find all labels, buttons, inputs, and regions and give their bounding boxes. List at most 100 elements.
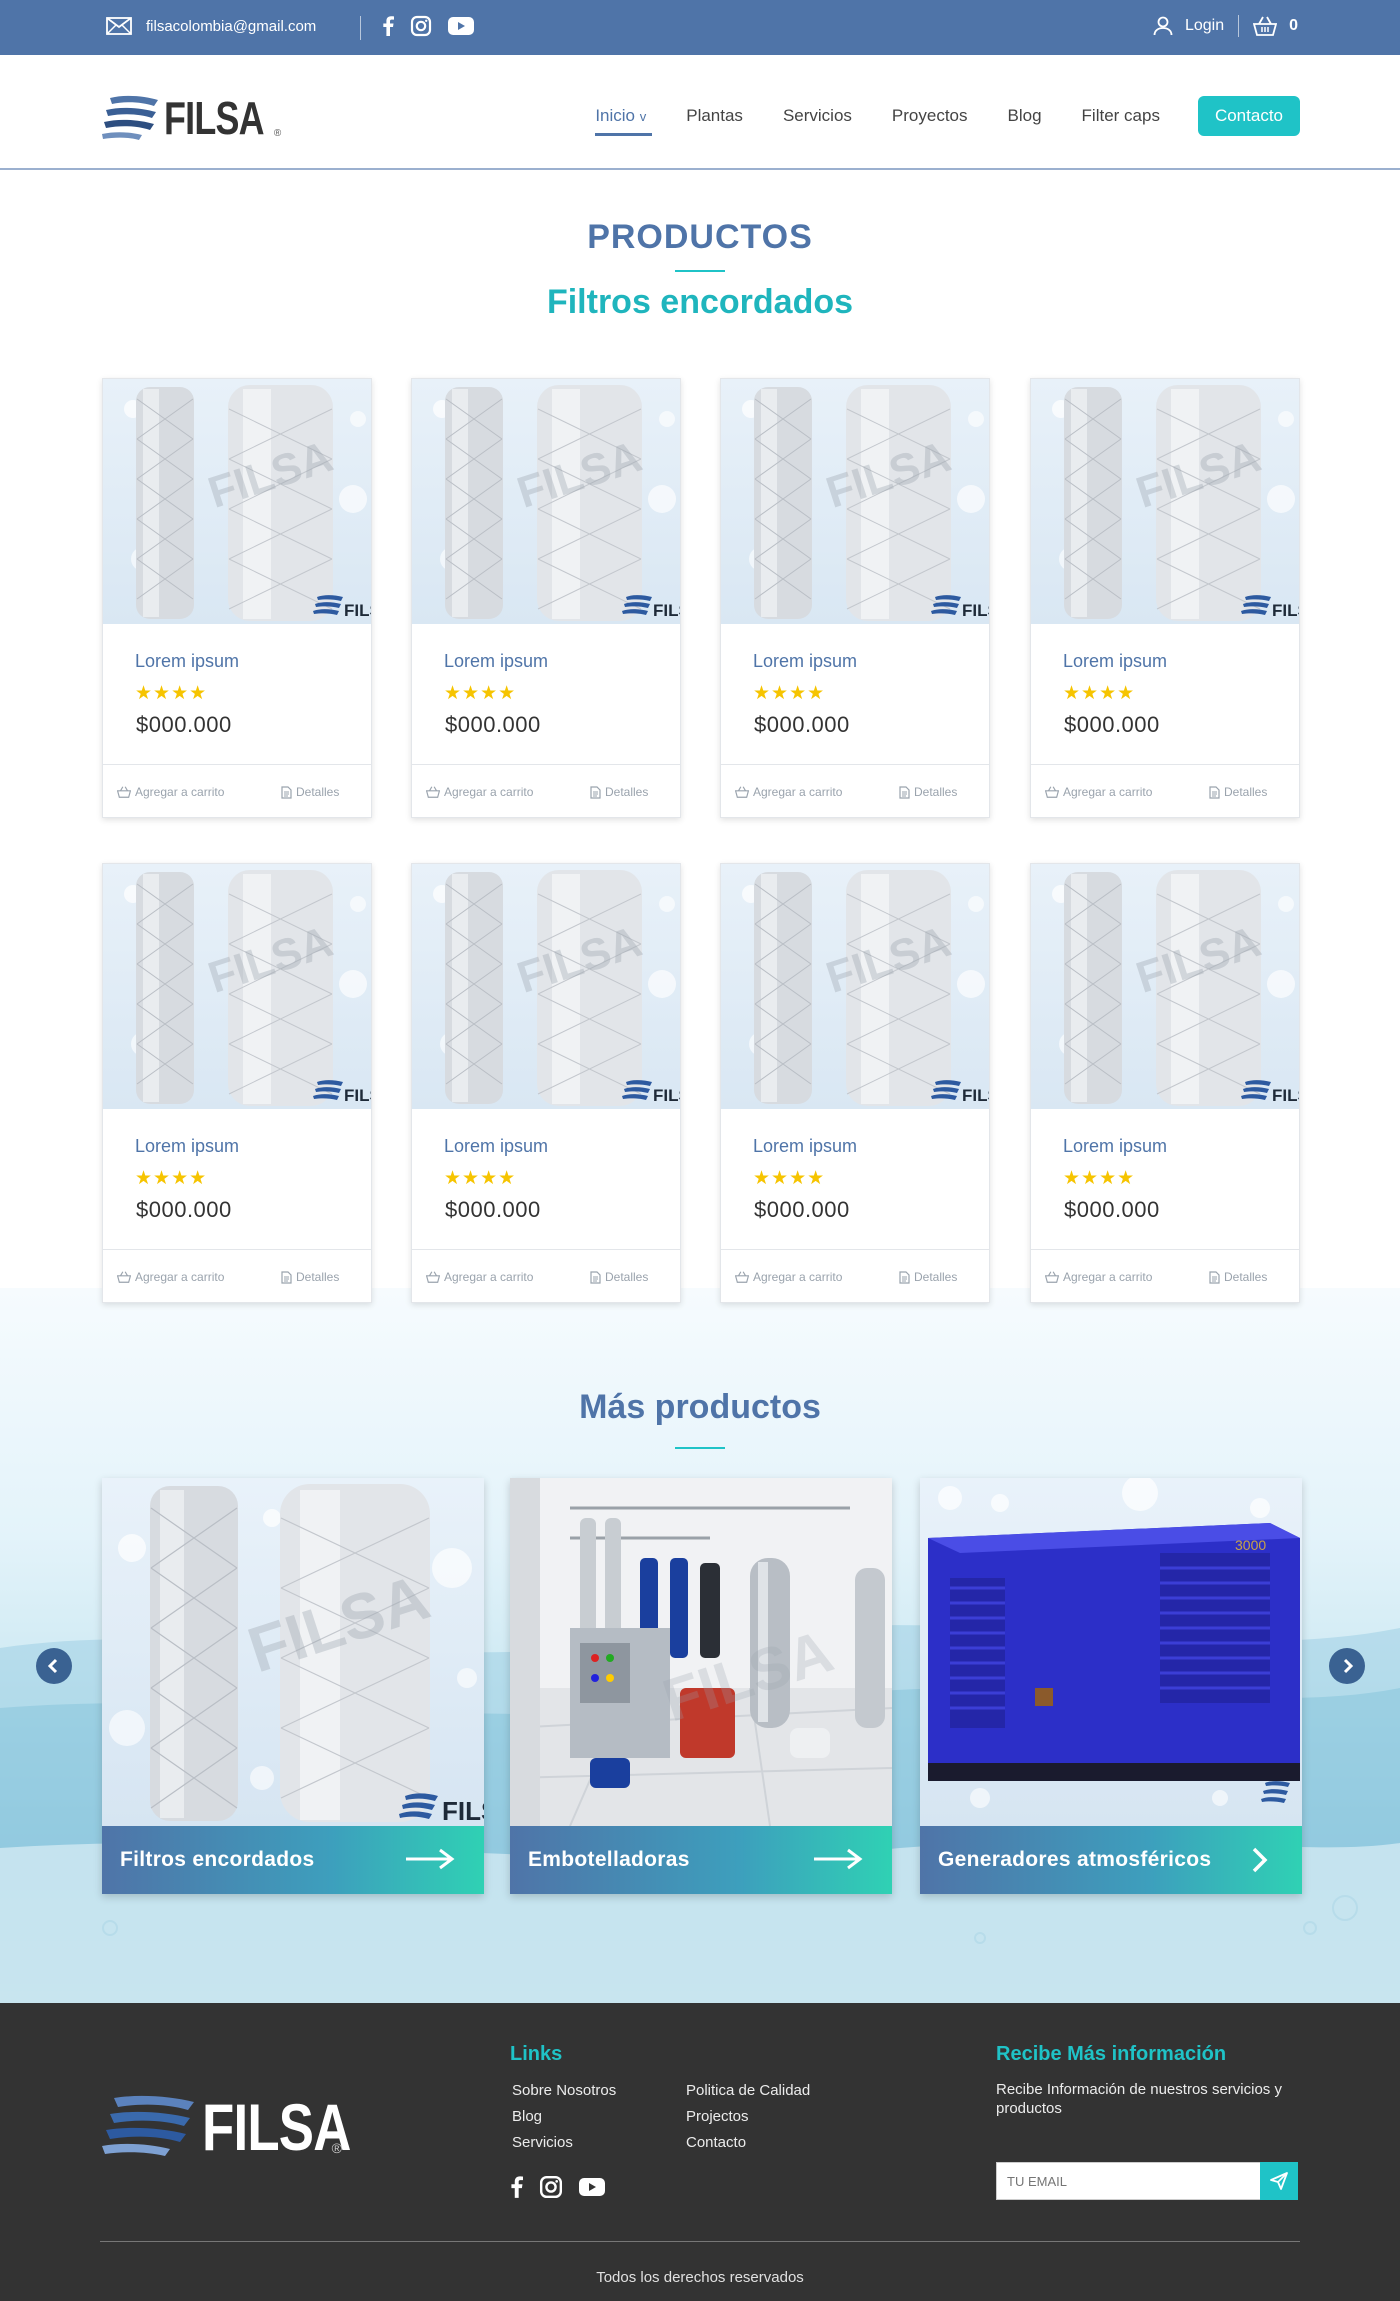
product-card[interactable]: FILSA FILS Lorem ipsum ★★★★ $000.000 Agrega… xyxy=(102,863,372,1303)
add-to-cart-button[interactable]: Agregar a carrito xyxy=(426,1270,533,1284)
basket-icon xyxy=(117,1271,131,1283)
logo-waves-icon xyxy=(102,2095,194,2156)
mail-icon xyxy=(106,17,132,35)
product-name[interactable]: Lorem ipsum xyxy=(444,651,548,672)
product-name[interactable]: Lorem ipsum xyxy=(135,651,239,672)
product-actions: Agregar a carrito Detalles xyxy=(721,764,989,817)
product-name[interactable]: Lorem ipsum xyxy=(1063,1136,1167,1157)
main-nav: Inicio v Plantas Servicios Proyectos Blo… xyxy=(555,96,1300,136)
user-icon[interactable] xyxy=(1153,16,1173,36)
add-to-cart-label: Agregar a carrito xyxy=(753,785,843,799)
login-link[interactable]: Login xyxy=(1185,17,1224,35)
product-name[interactable]: Lorem ipsum xyxy=(753,651,857,672)
product-card[interactable]: FILSA FILS Lorem ipsum ★★★★ $000.000 Agrega… xyxy=(1030,378,1300,818)
add-to-cart-button[interactable]: Agregar a carrito xyxy=(735,1270,842,1284)
category-card-filtros[interactable]: FILSA FILS Filtros encordados xyxy=(102,1478,484,1894)
arrow-right-icon[interactable] xyxy=(812,1844,864,1879)
brand-logo[interactable]: FILSA ® xyxy=(100,91,281,145)
basket-icon xyxy=(426,786,440,798)
add-to-cart-button[interactable]: Agregar a carrito xyxy=(1045,1270,1152,1284)
category-label: Filtros encordados xyxy=(120,1848,315,1871)
add-to-cart-button[interactable]: Agregar a carrito xyxy=(735,785,842,799)
product-name[interactable]: Lorem ipsum xyxy=(753,1136,857,1157)
footer-info-title: Recibe Más información xyxy=(996,2043,1227,2065)
product-image[interactable]: FILSA FILS xyxy=(412,864,680,1109)
product-card[interactable]: FILSA FILS Lorem ipsum ★★★★ $000.000 Agrega… xyxy=(411,863,681,1303)
product-card[interactable]: FILSA FILS Lorem ipsum ★★★★ $000.000 Agrega… xyxy=(411,378,681,818)
document-icon xyxy=(1209,1270,1220,1284)
top-bar: filsacolombia@gmail.com Login 0 xyxy=(0,0,1400,55)
details-label: Detalles xyxy=(914,785,958,799)
product-price: $000.000 xyxy=(136,712,232,737)
product-name[interactable]: Lorem ipsum xyxy=(444,1136,548,1157)
product-image[interactable]: FILSA FILS xyxy=(721,379,989,624)
product-card[interactable]: FILSA FILS Lorem ipsum ★★★★ $000.000 Agrega… xyxy=(102,378,372,818)
contact-button[interactable]: Contacto xyxy=(1197,96,1300,136)
product-image[interactable]: FILSA FILS xyxy=(1031,864,1299,1109)
newsletter-email-input[interactable] xyxy=(996,2162,1298,2200)
details-button[interactable]: Detalles xyxy=(1209,785,1267,799)
rating-stars: ★★★★ xyxy=(753,1168,826,1189)
rating-stars: ★★★★ xyxy=(135,683,208,704)
facebook-icon[interactable] xyxy=(382,16,394,36)
instagram-icon[interactable] xyxy=(410,15,432,37)
contact-email[interactable]: filsacolombia@gmail.com xyxy=(106,17,316,35)
footer-logo[interactable]: FILSA ® xyxy=(100,2089,351,2165)
nav-item-proyectos[interactable]: Proyectos xyxy=(892,106,968,126)
product-image[interactable]: FILSA FILS xyxy=(412,379,681,624)
details-button[interactable]: Detalles xyxy=(899,785,957,799)
add-to-cart-button[interactable]: Agregar a carrito xyxy=(117,785,224,799)
product-image-brand: FILS xyxy=(653,601,681,620)
nav-item-inicio[interactable]: Inicio v xyxy=(595,106,653,136)
add-to-cart-button[interactable]: Agregar a carrito xyxy=(117,1270,224,1284)
footer-link[interactable]: Servicios xyxy=(512,2130,616,2156)
footer-link[interactable]: Contacto xyxy=(686,2130,810,2156)
product-name[interactable]: Lorem ipsum xyxy=(135,1136,239,1157)
product-image[interactable]: FILSA FILS xyxy=(103,864,372,1109)
nav-item-blog[interactable]: Blog xyxy=(1008,106,1042,126)
youtube-icon[interactable] xyxy=(448,17,474,35)
document-icon xyxy=(281,785,292,799)
details-label: Detalles xyxy=(296,785,340,799)
product-name[interactable]: Lorem ipsum xyxy=(1063,651,1167,672)
footer-link[interactable]: Politica de Calidad xyxy=(686,2078,810,2104)
basket-icon xyxy=(117,786,131,798)
footer-link[interactable]: Sobre Nosotros xyxy=(512,2078,616,2104)
product-image[interactable]: FILSA FILS xyxy=(721,864,989,1109)
details-button[interactable]: Detalles xyxy=(281,785,339,799)
nav-item-plantas[interactable]: Plantas xyxy=(686,106,743,126)
add-to-cart-button[interactable]: Agregar a carrito xyxy=(426,785,533,799)
product-image[interactable]: FILSA FILS xyxy=(1031,379,1299,624)
product-image-brand: FILS xyxy=(344,1086,372,1105)
youtube-icon[interactable] xyxy=(579,2178,605,2196)
slider-prev-button[interactable] xyxy=(36,1648,72,1684)
details-button[interactable]: Detalles xyxy=(281,1270,339,1284)
newsletter-submit-button[interactable] xyxy=(1260,2162,1298,2200)
arrow-right-icon[interactable] xyxy=(404,1844,456,1879)
details-button[interactable]: Detalles xyxy=(1209,1270,1267,1284)
basket-icon[interactable] xyxy=(1253,16,1278,36)
divider xyxy=(1238,15,1240,37)
product-card[interactable]: FILSA FILS Lorem ipsum ★★★★ $000.000 Agrega… xyxy=(720,378,990,818)
category-card-embotelladoras[interactable]: FILSA Embotelladoras xyxy=(510,1478,892,1894)
nav-item-servicios[interactable]: Servicios xyxy=(783,106,852,126)
slider-next-button[interactable] xyxy=(1329,1648,1365,1684)
product-price: $000.000 xyxy=(1064,1197,1160,1222)
instagram-icon[interactable] xyxy=(539,2175,563,2199)
nav-item-filter-caps[interactable]: Filter caps xyxy=(1082,106,1160,126)
footer-link[interactable]: Projectos xyxy=(686,2104,810,2130)
product-image[interactable]: FILSA FILS xyxy=(103,379,371,624)
footer-link[interactable]: Blog xyxy=(512,2104,616,2130)
top-socials xyxy=(382,15,474,37)
footer-brand-name: FILSA xyxy=(202,2090,351,2164)
facebook-icon[interactable] xyxy=(510,2176,523,2198)
chevron-right-icon[interactable] xyxy=(1250,1846,1270,1879)
product-card[interactable]: FILSA FILS Lorem ipsum ★★★★ $000.000 Agrega… xyxy=(1030,863,1300,1303)
add-to-cart-button[interactable]: Agregar a carrito xyxy=(1045,785,1152,799)
category-card-generadores[interactable]: 3000 Generadores atmosféricos xyxy=(920,1478,1302,1894)
details-button[interactable]: Detalles xyxy=(590,785,648,799)
category-image: FILSA FILS xyxy=(102,1478,484,1826)
details-button[interactable]: Detalles xyxy=(899,1270,957,1284)
product-card[interactable]: FILSA FILS Lorem ipsum ★★★★ $000.000 Agrega… xyxy=(720,863,990,1303)
details-button[interactable]: Detalles xyxy=(590,1270,648,1284)
